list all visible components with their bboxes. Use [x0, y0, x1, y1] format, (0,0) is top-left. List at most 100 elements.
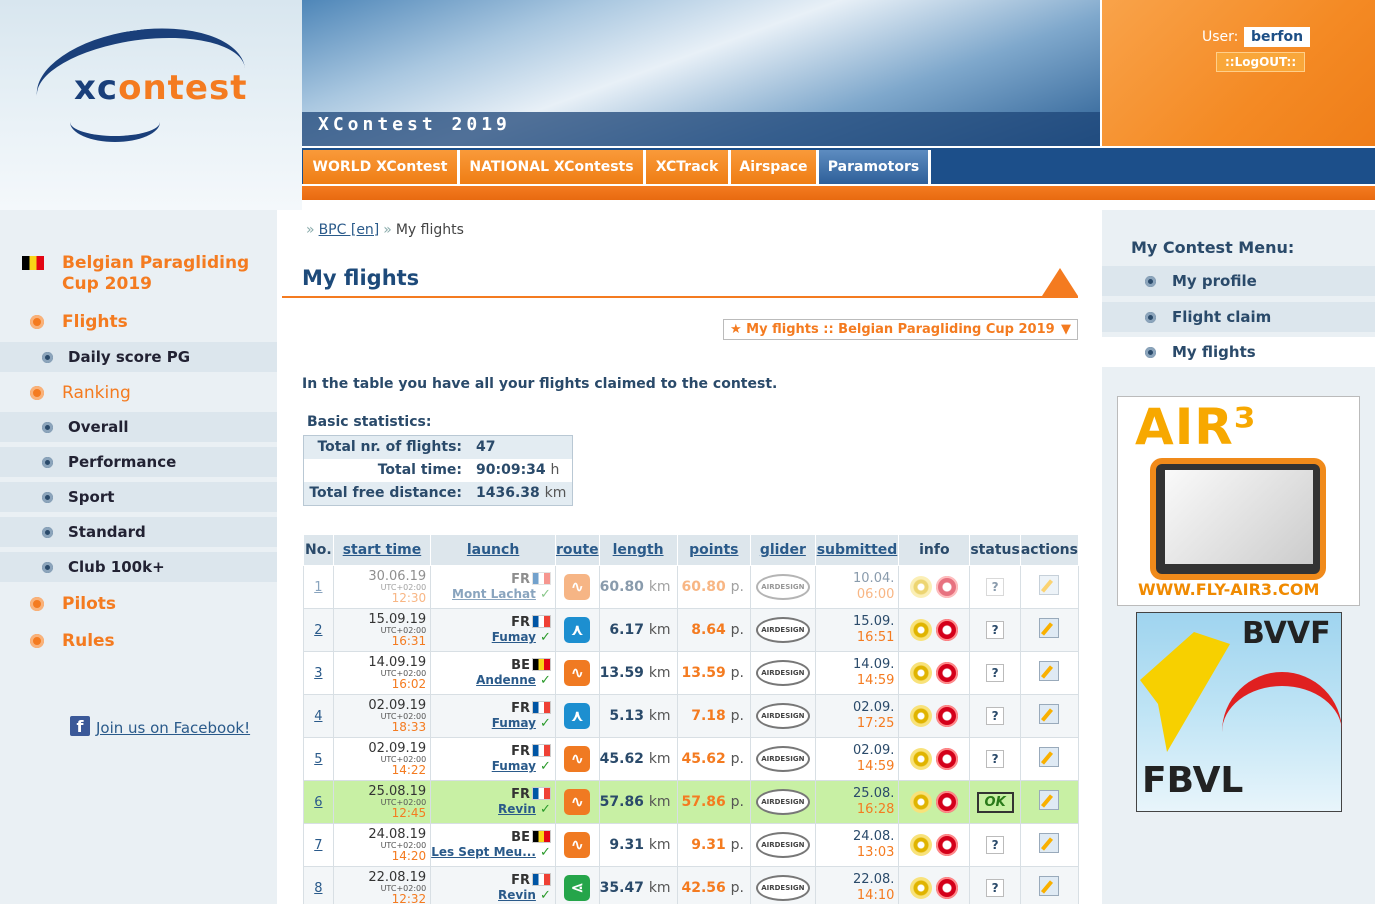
sidebar-item-flights[interactable]: Flights — [62, 312, 262, 332]
edit-icon[interactable] — [1039, 747, 1060, 767]
table-row[interactable]: 6 25.08.19 UTC+02:00 12:45 FR Revin ✓ ∿ 57.86 k… — [303, 780, 1080, 824]
flight-detail-icon[interactable] — [910, 576, 933, 598]
launch-site-link[interactable]: Fumay — [492, 716, 536, 730]
actions-cell — [1019, 823, 1080, 867]
route-type-icon[interactable]: ∿ — [564, 789, 591, 815]
launch-site-link[interactable]: Revin — [498, 802, 536, 816]
flight-detail-icon[interactable] — [910, 877, 933, 899]
flight-detail-icon[interactable] — [910, 791, 933, 813]
nav-paramotors[interactable]: Paramotors — [819, 150, 931, 184]
nav-xctrack[interactable]: XCTrack — [646, 150, 731, 184]
col-submitted[interactable]: submitted — [814, 534, 900, 566]
xcontest-logo[interactable]: xcontest — [74, 68, 247, 108]
menu-item-my-flights[interactable]: My flights — [1102, 337, 1375, 367]
logout-button[interactable]: ::LogOUT:: — [1216, 52, 1306, 72]
launch-site-link[interactable]: Fumay — [492, 630, 536, 644]
sidebar-item-pilots[interactable]: Pilots — [62, 594, 262, 614]
facebook-link[interactable]: Join us on Facebook! — [96, 719, 250, 737]
nav-world-xcontest[interactable]: WORLD XContest — [303, 150, 460, 184]
sidebar-item-performance[interactable]: Performance — [0, 447, 277, 477]
route-type-icon[interactable]: ∿ — [564, 746, 591, 772]
user-name-link[interactable]: berfon — [1244, 27, 1311, 47]
sidebar-item-daily-score[interactable]: Daily score PG — [0, 342, 277, 372]
flight-number-link[interactable]: 7 — [303, 823, 334, 867]
edit-icon[interactable] — [1039, 704, 1060, 724]
launch-site-link[interactable]: Mont Lachat — [452, 587, 536, 601]
status-unknown-icon[interactable]: ? — [986, 707, 1005, 725]
sidebar-item-club100k[interactable]: Club 100k+ — [0, 552, 277, 582]
col-start-time[interactable]: start time — [332, 534, 432, 566]
flight-map-icon[interactable] — [936, 705, 959, 727]
flight-number-link[interactable]: 8 — [303, 866, 334, 904]
nav-national-xcontests[interactable]: NATIONAL XContests — [460, 150, 646, 184]
points-cell: 8.64 p. — [676, 608, 752, 652]
flight-number-link[interactable]: 6 — [303, 780, 334, 824]
sidebar-item-rules[interactable]: Rules — [62, 631, 262, 651]
edit-icon[interactable] — [1039, 833, 1060, 853]
flight-map-icon[interactable] — [936, 748, 959, 770]
sidebar-item-ranking[interactable]: Ranking — [62, 383, 262, 403]
col-route[interactable]: route — [554, 534, 600, 566]
route-type-icon[interactable]: ∿ — [564, 832, 591, 858]
flight-map-icon[interactable] — [936, 791, 959, 813]
flight-detail-icon[interactable] — [910, 748, 933, 770]
col-launch[interactable]: launch — [430, 534, 556, 566]
flight-detail-icon[interactable] — [910, 619, 933, 641]
table-row[interactable]: 1 30.06.19 UTC+02:00 12:30 FR Mont Lachat ✓ ∿ 6… — [303, 565, 1080, 609]
logo-area[interactable]: xcontest — [0, 0, 302, 210]
route-type-icon[interactable]: ∿ — [564, 574, 591, 600]
launch-cell: FR Fumay ✓ — [430, 737, 556, 781]
flight-number-link[interactable]: 5 — [303, 737, 334, 781]
status-unknown-icon[interactable]: ? — [986, 664, 1005, 682]
route-type-icon[interactable]: ⋏ — [564, 703, 591, 729]
edit-icon[interactable] — [1039, 575, 1060, 595]
status-unknown-icon[interactable]: ? — [986, 836, 1005, 854]
flight-number-link[interactable]: 4 — [303, 694, 334, 738]
sidebar-item-overall[interactable]: Overall — [0, 412, 277, 442]
menu-item-my-profile[interactable]: My profile — [1102, 266, 1375, 296]
status-unknown-icon[interactable]: ? — [986, 578, 1005, 596]
edit-icon[interactable] — [1039, 876, 1060, 896]
edit-icon[interactable] — [1039, 790, 1060, 810]
route-type-icon[interactable]: ∿ — [564, 660, 591, 686]
table-row[interactable]: 8 22.08.19 UTC+02:00 12:32 FR Revin ✓ ⋖ 35.47 k… — [303, 866, 1080, 904]
flight-map-icon[interactable] — [936, 576, 959, 598]
col-length[interactable]: length — [598, 534, 678, 566]
table-row[interactable]: 2 15.09.19 UTC+02:00 16:31 FR Fumay ✓ ⋏ 6.17 km… — [303, 608, 1080, 652]
col-glider[interactable]: glider — [750, 534, 816, 566]
col-points[interactable]: points — [676, 534, 752, 566]
flight-number-link[interactable]: 3 — [303, 651, 334, 695]
route-type-icon[interactable]: ⋖ — [564, 875, 591, 901]
status-unknown-icon[interactable]: ? — [986, 750, 1005, 768]
flight-detail-icon[interactable] — [910, 662, 933, 684]
contest-selector-dropdown[interactable]: ★ My flights :: Belgian Paragliding Cup … — [723, 319, 1078, 340]
flight-number-link[interactable]: 1 — [303, 565, 334, 609]
route-type-icon[interactable]: ⋏ — [564, 617, 591, 643]
nav-airspace[interactable]: Airspace — [731, 150, 819, 184]
sidebar-item-sport[interactable]: Sport — [0, 482, 277, 512]
flight-map-icon[interactable] — [936, 619, 959, 641]
flight-number-link[interactable]: 2 — [303, 608, 334, 652]
facebook-icon[interactable]: f — [70, 716, 90, 736]
flight-map-icon[interactable] — [936, 662, 959, 684]
sidebar-item-standard[interactable]: Standard — [0, 517, 277, 547]
table-row[interactable]: 5 02.09.19 UTC+02:00 14:22 FR Fumay ✓ ∿ 45.62 k… — [303, 737, 1080, 781]
table-row[interactable]: 7 24.08.19 UTC+02:00 14:20 BE Les Sept Meu...… — [303, 823, 1080, 867]
launch-site-link[interactable]: Andenne — [476, 673, 536, 687]
edit-icon[interactable] — [1039, 661, 1060, 681]
table-row[interactable]: 4 02.09.19 UTC+02:00 18:33 FR Fumay ✓ ⋏ 5.13 km… — [303, 694, 1080, 738]
launch-site-link[interactable]: Revin — [498, 888, 536, 902]
flight-map-icon[interactable] — [936, 877, 959, 899]
menu-item-flight-claim[interactable]: Flight claim — [1102, 302, 1375, 332]
table-row[interactable]: 3 14.09.19 UTC+02:00 16:02 BE Andenne ✓ ∿ 13.59… — [303, 651, 1080, 695]
launch-site-link[interactable]: Les Sept Meu... — [432, 845, 536, 859]
breadcrumb-link-bpc[interactable]: BPC [en] — [319, 222, 380, 238]
flight-detail-icon[interactable] — [910, 834, 933, 856]
status-unknown-icon[interactable]: ? — [986, 621, 1005, 639]
contest-title[interactable]: Belgian Paragliding Cup 2019 — [62, 253, 276, 295]
edit-icon[interactable] — [1039, 618, 1060, 638]
flight-map-icon[interactable] — [936, 834, 959, 856]
launch-site-link[interactable]: Fumay — [492, 759, 536, 773]
status-unknown-icon[interactable]: ? — [986, 879, 1005, 897]
flight-detail-icon[interactable] — [910, 705, 933, 727]
